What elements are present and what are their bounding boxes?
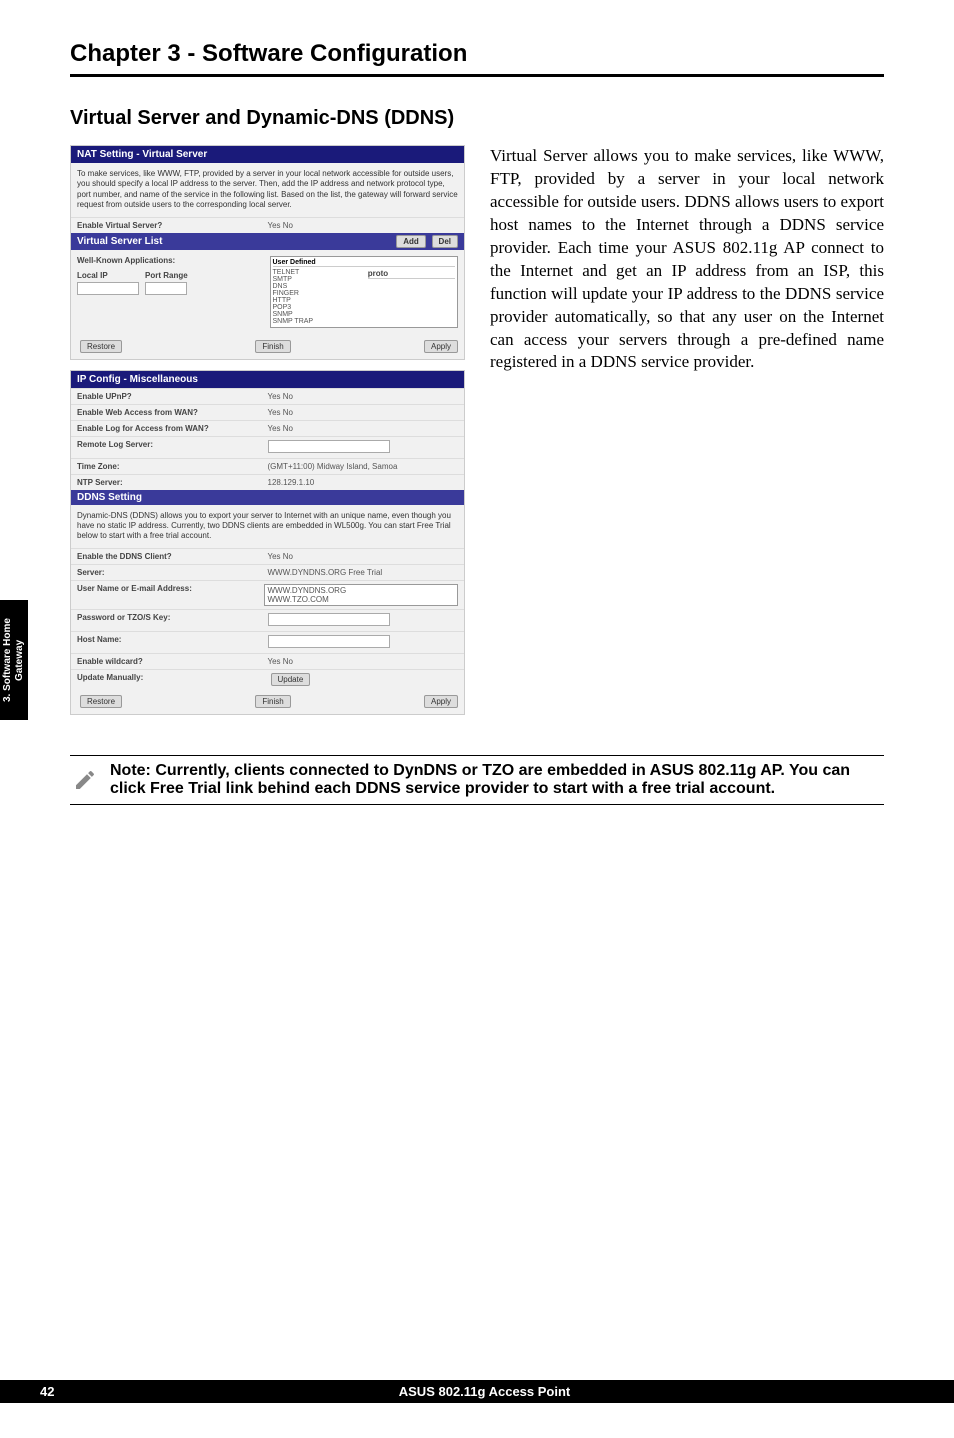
- note-text: Note: Currently, clients connected to Dy…: [110, 762, 884, 798]
- wk-item[interactable]: FINGER: [273, 290, 360, 297]
- remote-log-input[interactable]: [268, 440, 390, 453]
- panel-title: NAT Setting - Virtual Server: [71, 146, 464, 163]
- row-val[interactable]: Yes No: [268, 392, 459, 401]
- restore-button[interactable]: Restore: [80, 695, 122, 708]
- side-tab: 3. Software Home Gateway: [0, 600, 28, 720]
- finish-button[interactable]: Finish: [255, 340, 290, 353]
- proto-label: proto: [368, 269, 455, 279]
- row-label: Enable the DDNS Client?: [77, 552, 268, 561]
- wk-item[interactable]: SNMP: [273, 311, 360, 318]
- enable-vs-label: Enable Virtual Server?: [77, 221, 268, 230]
- finish-button[interactable]: Finish: [255, 695, 290, 708]
- ddns-title: DDNS Setting: [77, 492, 142, 503]
- body-text: Virtual Server allows you to make servic…: [490, 145, 884, 374]
- portrange-input[interactable]: [145, 282, 187, 295]
- ntp-input[interactable]: 128.129.1.10: [268, 478, 459, 487]
- ip-config-panel: IP Config - Miscellaneous Enable UPnP?Ye…: [70, 370, 465, 715]
- wk-app-label: Well-Known Applications:: [77, 256, 260, 265]
- row-label: Host Name:: [77, 635, 268, 650]
- wk-selected[interactable]: User Defined: [273, 259, 456, 267]
- portrange-label: Port Range: [145, 271, 188, 280]
- update-button[interactable]: Update: [271, 673, 311, 686]
- wk-item[interactable]: HTTP: [273, 297, 360, 304]
- page-number: 42: [40, 1384, 85, 1399]
- row-label: Update Manually:: [77, 673, 268, 686]
- footer: 42 ASUS 802.11g Access Point: [0, 1380, 954, 1403]
- row-val[interactable]: Yes No: [268, 424, 459, 433]
- row-label: Time Zone:: [77, 462, 268, 471]
- add-button[interactable]: Add: [396, 235, 426, 248]
- wk-item[interactable]: POP3: [273, 304, 360, 311]
- row-label: Enable Web Access from WAN?: [77, 408, 268, 417]
- footer-title: ASUS 802.11g Access Point: [85, 1384, 884, 1399]
- row-label: Password or TZO/S Key:: [77, 613, 268, 628]
- wildcard-val[interactable]: Yes No: [268, 657, 459, 666]
- hostname-input[interactable]: [268, 635, 390, 648]
- del-button[interactable]: Del: [432, 235, 458, 248]
- restore-button[interactable]: Restore: [80, 340, 122, 353]
- pencil-icon: [70, 762, 100, 798]
- wk-item[interactable]: DNS: [273, 283, 360, 290]
- chapter-title: Chapter 3 - Software Configuration: [70, 40, 884, 77]
- wk-item[interactable]: SNMP TRAP: [273, 318, 360, 325]
- row-label: Enable UPnP?: [77, 392, 268, 401]
- row-label: NTP Server:: [77, 478, 268, 487]
- apply-button[interactable]: Apply: [424, 695, 458, 708]
- section-title: Virtual Server and Dynamic-DNS (DDNS): [70, 107, 884, 130]
- row-val[interactable]: Yes No: [268, 552, 459, 561]
- ddns-desc: Dynamic-DNS (DDNS) allows you to export …: [71, 505, 464, 548]
- row-label: User Name or E-mail Address:: [77, 584, 264, 606]
- wk-item[interactable]: TELNET: [273, 269, 360, 276]
- localip-label: Local IP: [77, 271, 139, 280]
- nat-virtual-server-panel: NAT Setting - Virtual Server To make ser…: [70, 145, 465, 360]
- panel-desc: To make services, like WWW, FTP, provide…: [71, 163, 464, 217]
- timezone-select[interactable]: (GMT+11:00) Midway Island, Samoa: [268, 462, 459, 471]
- password-input[interactable]: [268, 613, 390, 626]
- apply-button[interactable]: Apply: [424, 340, 458, 353]
- server-select[interactable]: WWW.DYNDNS.ORG Free Trial: [268, 568, 459, 577]
- enable-vs-value[interactable]: Yes No: [268, 221, 459, 230]
- row-label: Remote Log Server:: [77, 440, 268, 455]
- row-label: Enable wildcard?: [77, 657, 268, 666]
- row-val[interactable]: Yes No: [268, 408, 459, 417]
- localip-input[interactable]: [77, 282, 139, 295]
- row-label: Server:: [77, 568, 268, 577]
- panel-title: IP Config - Miscellaneous: [71, 371, 464, 388]
- wk-item[interactable]: SMTP: [273, 276, 360, 283]
- username-dropdown[interactable]: WWW.DYNDNS.ORG WWW.TZO.COM: [264, 584, 459, 606]
- row-label: Enable Log for Access from WAN?: [77, 424, 268, 433]
- vs-list-title: Virtual Server List: [77, 236, 162, 247]
